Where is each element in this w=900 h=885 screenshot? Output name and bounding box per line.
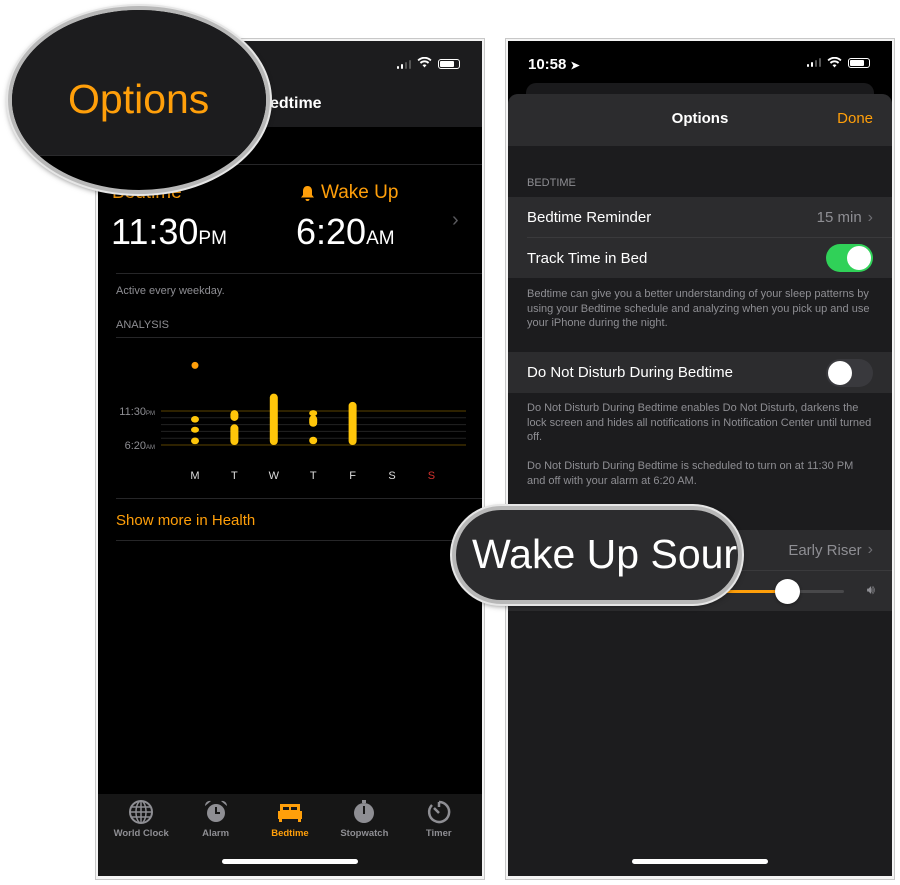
volume-slider-thumb[interactable] [774, 579, 800, 604]
sleep-segment [191, 415, 199, 423]
bed-icon [277, 804, 302, 822]
cellular-signal-icon [396, 59, 411, 69]
bedtime-ampm: PM [198, 228, 227, 249]
options-screen: 10:58 ➤ Options Done BEDTIME Bedtime Rem… [508, 41, 892, 876]
done-button[interactable]: Done [837, 110, 873, 127]
y-tick-label: 6:20AM [125, 440, 155, 452]
speaker-icon: 🔊︎ [866, 582, 875, 597]
analysis-header: ANALYSIS [116, 319, 169, 331]
location-arrow-icon: ➤ [570, 60, 580, 72]
section-header-bedtime: BEDTIME [527, 177, 576, 189]
status-icons [806, 57, 870, 68]
day-label: F [349, 470, 356, 482]
wifi-icon [827, 57, 842, 68]
status-icons [396, 56, 460, 71]
sleep-segment [309, 436, 318, 445]
wakeup-label-row: Wake Up [300, 182, 398, 204]
dnd-row: Do Not Disturb During Bedtime [508, 352, 892, 393]
tab-label: Alarm [202, 828, 230, 839]
day-label: T [310, 470, 317, 482]
sleep-segment [230, 410, 239, 421]
day-label: M [190, 470, 199, 482]
chevron-right-icon[interactable]: › [452, 209, 459, 232]
bell-icon [301, 185, 314, 201]
dnd-toggle[interactable] [826, 358, 873, 387]
magnifier-wake-up-sound: Wake Up Sour [452, 506, 742, 604]
day-label: S [428, 470, 435, 482]
bedtime-reminder-label: Bedtime Reminder [527, 209, 652, 226]
chevron-right-icon: › [867, 541, 873, 558]
wakeup-time-value: 6:20 [296, 211, 367, 252]
dnd-label: Do Not Disturb During Bedtime [527, 364, 733, 381]
dnd-footer-2: Do Not Disturb During Bedtime is schedul… [527, 460, 854, 487]
bedtime-time[interactable]: 11:30PM [111, 211, 227, 253]
day-label: T [231, 470, 238, 482]
home-indicator[interactable] [222, 859, 358, 864]
alarm-clock-icon [204, 800, 227, 822]
schedule-note: Active every weekday. [116, 285, 225, 297]
sleep-segment [191, 437, 199, 445]
timer-icon [427, 800, 451, 824]
battery-icon [848, 57, 870, 68]
tab-label: World Clock [113, 828, 169, 839]
globe-icon [129, 800, 154, 824]
magnified-options-text: Options [68, 76, 210, 122]
tab-label: Timer [425, 828, 452, 839]
y-tick-label: 11:30PM [119, 406, 155, 418]
tab-world-clock[interactable]: World Clock [105, 794, 177, 876]
chevron-right-icon: › [867, 208, 873, 226]
battery-icon [438, 59, 460, 69]
sleep-point [191, 361, 199, 369]
status-time: 10:58 ➤ [528, 56, 580, 73]
wake-sound-value: Early Riser [788, 541, 862, 559]
tab-label: Bedtime [271, 828, 309, 839]
track-time-toggle[interactable] [826, 244, 873, 272]
bedtime-reminder-row[interactable]: Bedtime Reminder 15 min › [508, 197, 892, 238]
right-phone: 10:58 ➤ Options Done BEDTIME Bedtime Rem… [505, 38, 895, 880]
magnified-wake-up-sound-text: Wake Up Sour [472, 531, 738, 577]
day-label: S [388, 470, 395, 482]
track-time-row: Track Time in Bed [508, 238, 892, 278]
bedtime-reminder-value: 15 min [816, 209, 862, 226]
show-more-in-health-link[interactable]: Show more in Health [116, 512, 255, 529]
stopwatch-icon [354, 800, 375, 823]
track-time-label: Track Time in Bed [527, 249, 648, 267]
sheet-title: Options [671, 110, 729, 127]
day-label: W [269, 470, 280, 482]
sleep-segment [191, 426, 199, 433]
dnd-footer-1: Do Not Disturb During Bedtime enables Do… [527, 402, 872, 443]
wakeup-label: Wake Up [321, 182, 399, 203]
magnifier-options: Options [8, 6, 270, 194]
sleep-segment [348, 401, 357, 445]
wakeup-time[interactable]: 6:20AM [296, 211, 395, 253]
cellular-signal-icon [806, 58, 821, 67]
sleep-segment [269, 393, 278, 445]
sleep-segment [230, 424, 239, 445]
sleep-segment [309, 415, 318, 427]
analysis-chart: 11:30PM 6:20AM M T W T F S S [119, 361, 466, 482]
home-indicator[interactable] [632, 859, 768, 864]
tab-timer[interactable]: Timer [403, 794, 475, 876]
tab-label: Stopwatch [340, 828, 389, 839]
bedtime-time-value: 11:30 [111, 211, 199, 252]
track-time-footer: Bedtime can give you a better understand… [527, 288, 870, 329]
options-sheet: Options Done BEDTIME Bedtime Reminder 15… [508, 94, 892, 876]
wakeup-ampm: AM [366, 228, 395, 249]
wifi-icon [417, 56, 432, 71]
